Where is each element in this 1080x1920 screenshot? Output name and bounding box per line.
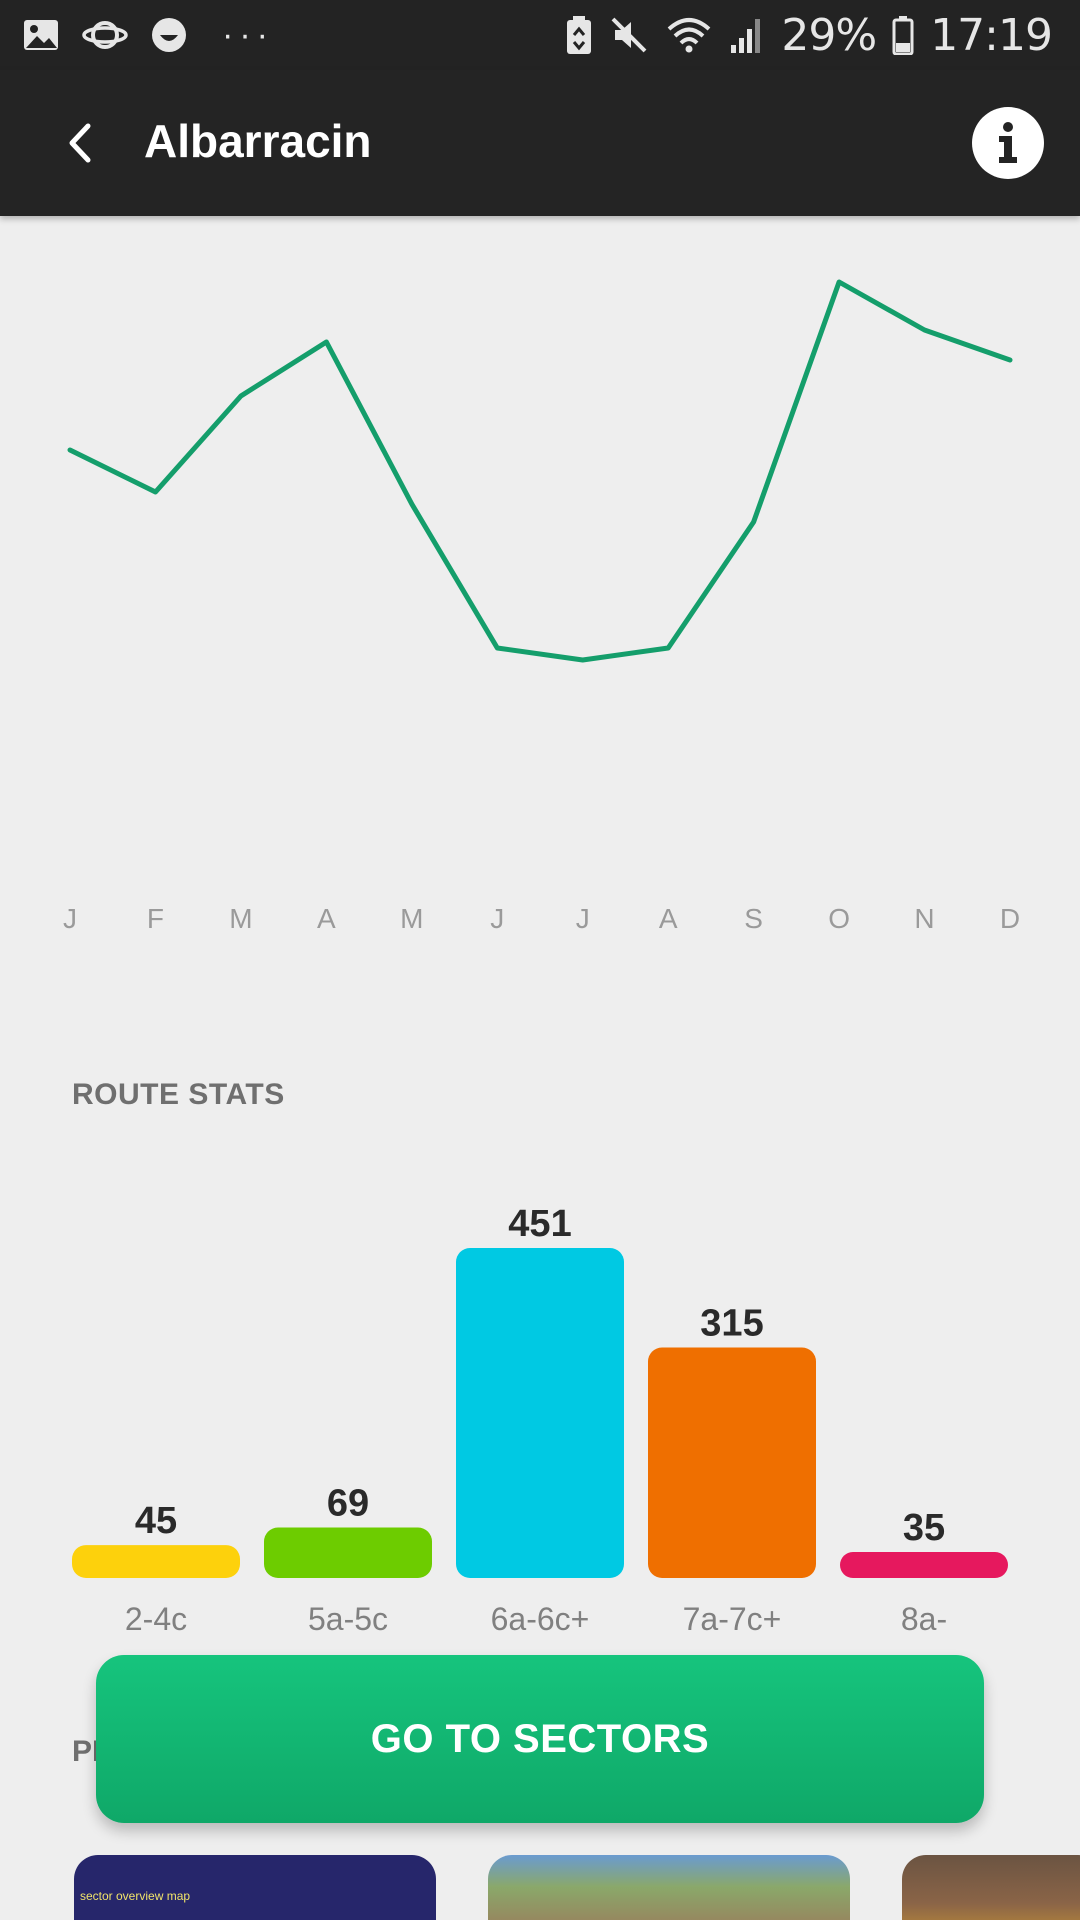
- planet-icon: [82, 21, 128, 49]
- info-button[interactable]: [972, 107, 1044, 179]
- chevron-left-icon: [69, 123, 91, 163]
- month-tick-label: A: [317, 903, 336, 934]
- battery-icon: [892, 16, 914, 55]
- grade-bar: [72, 1545, 240, 1578]
- grade-range-label: 2-4c: [125, 1601, 187, 1637]
- month-tick-label: M: [400, 903, 423, 934]
- battery-percentage: 29%: [781, 9, 877, 61]
- back-button[interactable]: [44, 108, 114, 178]
- month-tick-label: J: [576, 903, 590, 934]
- seasonality-series-line: [67, 279, 1013, 663]
- signal-icon: [731, 19, 761, 53]
- month-tick-label: O: [828, 903, 850, 934]
- wifi-icon: [668, 18, 711, 53]
- route-stats-bar-chart: 45 2-4c 69 5a-5c 451 6a-6c+ 315 7a-7c+ 35 8a-: [72, 1203, 1008, 1637]
- seasonality-line-chart: JFMAMJJASOND: [63, 279, 1020, 934]
- photo-thumbnail[interactable]: [488, 1855, 850, 1920]
- smiley-icon: [152, 18, 186, 52]
- go-to-sectors-label: GO TO SECTORS: [370, 1716, 710, 1761]
- grade-range-label: 8a-: [901, 1601, 947, 1637]
- image-icon: [24, 20, 58, 50]
- app-bar: Albarracin: [0, 70, 1080, 216]
- more-icon: ···: [222, 15, 274, 54]
- grade-bar: [648, 1347, 816, 1578]
- route-stats-title: ROUTE STATS: [72, 1078, 285, 1111]
- month-tick-label: N: [914, 903, 934, 934]
- info-icon: [999, 122, 1017, 163]
- month-tick-label: D: [1000, 903, 1020, 934]
- battery-saver-icon: [567, 16, 592, 54]
- go-to-sectors-button[interactable]: GO TO SECTORS: [96, 1655, 984, 1823]
- status-bar-system: 29% 17:19: [565, 8, 1053, 62]
- grade-bar: [840, 1552, 1008, 1578]
- thumbnail-caption: sector overview map: [80, 1889, 191, 1903]
- status-bar-notifications: ···: [22, 14, 274, 56]
- grade-count-label: 45: [135, 1500, 177, 1542]
- month-tick-label: J: [63, 903, 77, 934]
- sector-map-thumbnail[interactable]: sector overview map: [74, 1855, 436, 1920]
- grade-bar: [264, 1527, 432, 1578]
- status-bar: ··· 29% 17:19: [0, 0, 1080, 70]
- month-tick-label: S: [744, 903, 763, 934]
- grade-bar: [456, 1248, 624, 1578]
- month-tick-label: F: [147, 903, 164, 934]
- mute-icon: [611, 17, 647, 53]
- grade-count-label: 451: [508, 1203, 571, 1245]
- grade-count-label: 69: [327, 1483, 369, 1525]
- grade-range-label: 5a-5c: [308, 1601, 388, 1637]
- page-title: Albarracin: [144, 115, 372, 167]
- grade-count-label: 35: [903, 1507, 945, 1549]
- grade-count-label: 315: [700, 1303, 763, 1345]
- grade-range-label: 7a-7c+: [683, 1601, 782, 1637]
- month-tick-label: M: [229, 903, 252, 934]
- photo-thumbnail[interactable]: [902, 1855, 1080, 1920]
- clock: 17:19: [930, 9, 1053, 61]
- month-tick-label: A: [659, 903, 678, 934]
- grade-range-label: 6a-6c+: [491, 1601, 590, 1637]
- month-tick-label: J: [490, 903, 504, 934]
